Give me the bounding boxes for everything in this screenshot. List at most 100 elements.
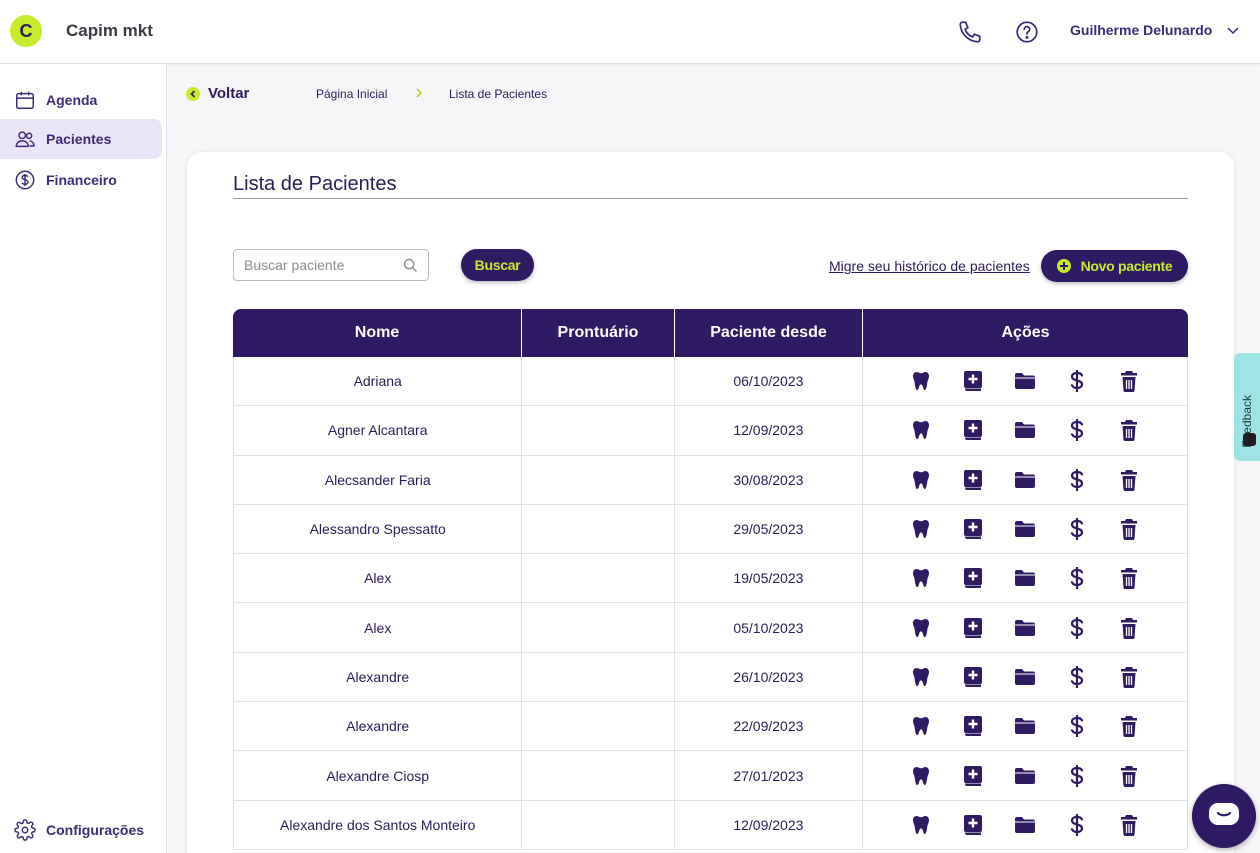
help-icon[interactable] <box>1014 19 1040 45</box>
column-header-since[interactable]: Paciente desde <box>675 309 863 357</box>
table-row[interactable]: Alexandre 26/10/2023 <box>233 652 1188 703</box>
table-row[interactable]: Alessandro Spessatto 29/05/2023 <box>233 504 1188 555</box>
patient-name: Agner Alcantara <box>234 406 523 455</box>
folder-icon[interactable] <box>1014 617 1036 639</box>
migrate-history-link[interactable]: Migre seu histórico de pacientes <box>829 258 1030 274</box>
tooth-icon[interactable] <box>910 715 932 737</box>
folder-icon[interactable] <box>1014 419 1036 441</box>
calendar-icon <box>16 91 34 109</box>
medical-record-icon[interactable] <box>962 814 984 836</box>
folder-icon[interactable] <box>1014 567 1036 589</box>
folder-icon[interactable] <box>1014 765 1036 787</box>
dollar-icon[interactable] <box>1066 813 1088 836</box>
dollar-icon[interactable] <box>1066 468 1088 491</box>
medical-record-icon[interactable] <box>962 419 984 441</box>
patient-record <box>522 406 676 455</box>
sidebar: Agenda Pacientes Financeiro Configuraçõe… <box>0 64 167 853</box>
search-icon[interactable] <box>402 257 419 274</box>
medical-record-icon[interactable] <box>962 765 984 787</box>
medical-record-icon[interactable] <box>962 567 984 589</box>
table-row[interactable]: Adriana 06/10/2023 <box>233 357 1188 407</box>
search-input[interactable] <box>234 250 394 280</box>
trash-icon[interactable] <box>1118 617 1140 639</box>
dollar-icon[interactable] <box>1066 764 1088 787</box>
patient-name: Alexandre <box>234 652 523 702</box>
tooth-icon[interactable] <box>910 765 932 787</box>
table-row[interactable]: Alex 19/05/2023 <box>233 554 1188 604</box>
folder-icon[interactable] <box>1014 814 1036 836</box>
folder-icon[interactable] <box>1014 666 1036 688</box>
sidebar-item-pacientes[interactable]: Pacientes <box>0 119 162 159</box>
patient-name: Alecsander Faria <box>234 455 523 504</box>
table-row[interactable]: Alex 05/10/2023 <box>233 603 1188 653</box>
gear-icon <box>14 819 36 841</box>
dollar-icon[interactable] <box>1066 370 1088 393</box>
patient-since: 06/10/2023 <box>675 357 863 406</box>
trash-icon[interactable] <box>1118 715 1140 738</box>
sidebar-item-configuracoes[interactable]: Configurações <box>0 812 162 848</box>
sidebar-item-financeiro[interactable]: Financeiro <box>0 160 162 200</box>
tooth-icon[interactable] <box>910 814 932 836</box>
trash-icon[interactable] <box>1118 666 1140 688</box>
column-header-name[interactable]: Nome <box>233 309 522 357</box>
row-actions <box>863 801 1187 849</box>
tooth-icon[interactable] <box>910 567 932 589</box>
trash-icon[interactable] <box>1118 370 1140 393</box>
medical-record-icon[interactable] <box>962 370 984 392</box>
sidebar-item-agenda[interactable]: Agenda <box>0 80 162 120</box>
folder-icon[interactable] <box>1014 370 1036 392</box>
trash-icon[interactable] <box>1118 419 1140 442</box>
user-menu[interactable]: Guilherme Delunardo <box>1070 22 1240 38</box>
medical-record-icon[interactable] <box>962 666 984 688</box>
table-row[interactable]: Alexandre 22/09/2023 <box>233 702 1188 752</box>
tooth-icon[interactable] <box>910 617 932 639</box>
trash-icon[interactable] <box>1118 469 1140 491</box>
patient-name: Alexandre <box>234 702 523 751</box>
table-row[interactable]: Alexandre Ciosp 27/01/2023 <box>233 751 1188 801</box>
folder-icon[interactable] <box>1014 469 1036 491</box>
app-name: Capim mkt <box>66 21 153 40</box>
medical-record-icon[interactable] <box>962 469 984 491</box>
chat-button[interactable] <box>1192 784 1256 848</box>
patient-name: Alex <box>234 603 523 652</box>
back-button[interactable]: Voltar <box>186 85 249 102</box>
table-header: Nome Prontuário Paciente desde Ações <box>233 309 1188 357</box>
table-row[interactable]: Alexandre dos Santos Monteiro 12/09/2023 <box>233 800 1188 850</box>
dollar-icon[interactable] <box>1066 419 1088 442</box>
patient-record <box>522 554 676 603</box>
search-button[interactable]: Buscar <box>461 249 534 281</box>
trash-icon[interactable] <box>1118 567 1140 590</box>
breadcrumb-home[interactable]: Página Inicial <box>316 87 387 101</box>
dollar-icon[interactable] <box>1066 616 1088 639</box>
phone-icon[interactable] <box>957 19 983 45</box>
sidebar-item-label: Pacientes <box>46 131 112 147</box>
medical-record-icon[interactable] <box>962 715 984 737</box>
tooth-icon[interactable] <box>910 370 932 392</box>
chevron-down-icon <box>1227 27 1239 35</box>
column-header-record[interactable]: Prontuário <box>522 309 675 357</box>
dollar-icon[interactable] <box>1066 665 1088 688</box>
trash-icon[interactable] <box>1118 765 1140 787</box>
patients-card: Lista de Pacientes Buscar Migre seu hist… <box>187 152 1234 853</box>
new-patient-button[interactable]: Novo paciente <box>1041 250 1188 282</box>
app-logo[interactable]: C <box>10 15 42 47</box>
folder-icon[interactable] <box>1014 518 1036 540</box>
table-row[interactable]: Alecsander Faria 30/08/2023 <box>233 455 1188 505</box>
tooth-icon[interactable] <box>910 469 932 491</box>
dollar-icon[interactable] <box>1066 567 1088 590</box>
trash-icon[interactable] <box>1118 518 1140 541</box>
search-box <box>233 249 429 281</box>
row-actions <box>863 702 1187 750</box>
table-row[interactable]: Agner Alcantara 12/09/2023 <box>233 406 1188 456</box>
feedback-tab[interactable]: Feedback <box>1234 353 1260 461</box>
medical-record-icon[interactable] <box>962 617 984 639</box>
tooth-icon[interactable] <box>910 666 932 688</box>
tooth-icon[interactable] <box>910 518 932 540</box>
tooth-icon[interactable] <box>910 419 932 441</box>
folder-icon[interactable] <box>1014 715 1036 737</box>
medical-record-icon[interactable] <box>962 518 984 540</box>
trash-icon[interactable] <box>1118 814 1140 836</box>
dollar-icon[interactable] <box>1066 715 1088 738</box>
dollar-icon[interactable] <box>1066 518 1088 541</box>
row-actions <box>863 603 1187 651</box>
